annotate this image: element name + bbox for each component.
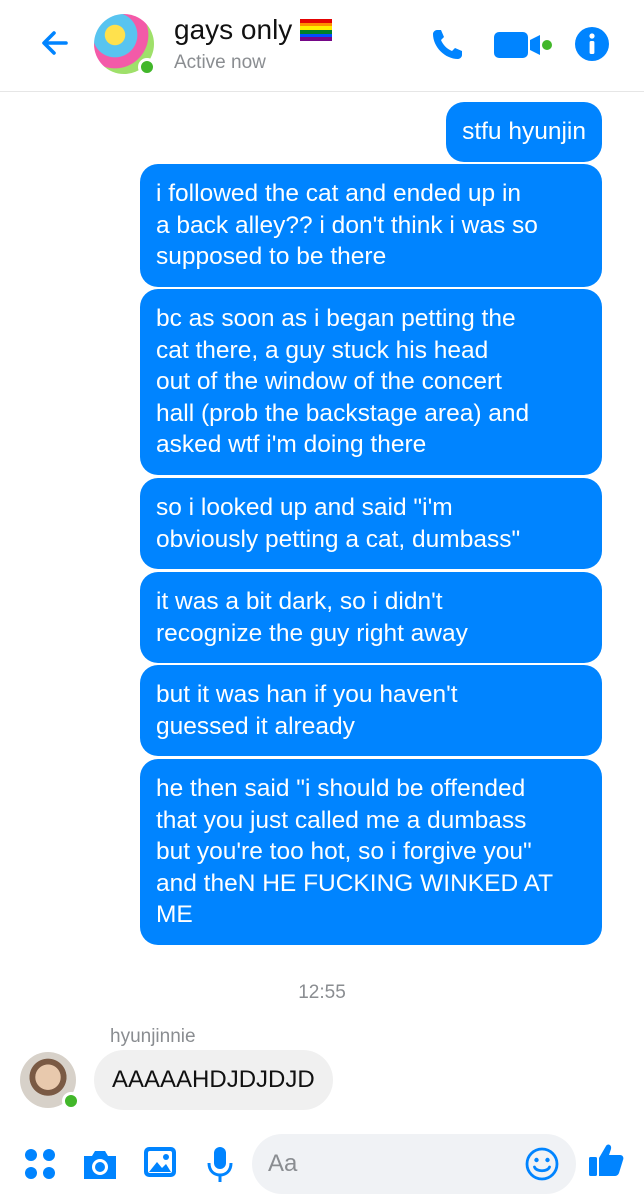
camera-icon	[84, 1151, 116, 1179]
voice-clip-button[interactable]	[200, 1144, 240, 1184]
online-indicator	[138, 58, 156, 76]
conversation-title-text: gays only	[174, 14, 293, 45]
sender-avatar[interactable]	[20, 1052, 80, 1110]
sender-name: hyunjinnie	[110, 1026, 196, 1047]
back-button[interactable]	[36, 24, 74, 62]
conversation-header: gays only Active now	[0, 0, 644, 92]
like-button[interactable]	[586, 1140, 626, 1180]
emoji-button[interactable]	[524, 1146, 560, 1182]
message-list[interactable]: stfu hyunjin i followed the cat and ende…	[0, 92, 644, 1120]
video-camera-icon	[494, 32, 552, 58]
message-timestamp: 12:55	[298, 982, 346, 1003]
outgoing-message[interactable]: bc as soon as i began petting the cat th…	[140, 289, 602, 475]
outgoing-message[interactable]: so i looked up and said "i'm obviously p…	[140, 478, 602, 569]
message-input-placeholder: Aa	[268, 1150, 298, 1177]
group-avatar[interactable]	[94, 14, 156, 76]
phone-icon	[433, 30, 462, 59]
voice-call-button[interactable]	[428, 24, 468, 64]
apps-icon	[25, 1149, 55, 1179]
outgoing-message[interactable]: but it was han if you haven't guessed it…	[140, 665, 602, 756]
microphone-icon	[207, 1147, 233, 1182]
camera-button[interactable]	[80, 1144, 120, 1184]
rainbow-flag-icon	[300, 19, 333, 42]
conversation-info-button[interactable]	[572, 24, 612, 64]
gallery-button[interactable]	[140, 1142, 180, 1182]
outgoing-message[interactable]: it was a bit dark, so i didn't recognize…	[140, 572, 602, 663]
incoming-message[interactable]: AAAAAHDJDJDJD	[94, 1050, 333, 1110]
outgoing-message[interactable]: i followed the cat and ended up in a bac…	[140, 164, 602, 287]
thumbs-up-icon	[589, 1144, 624, 1176]
video-call-button[interactable]	[492, 24, 556, 64]
outgoing-message[interactable]: stfu hyunjin	[446, 102, 602, 162]
conversation-title[interactable]: gays only	[174, 14, 333, 46]
outgoing-message[interactable]: he then said "i should be offended that …	[140, 759, 602, 945]
back-arrow-icon	[42, 31, 68, 55]
active-status: Active now	[174, 52, 266, 73]
message-composer: Aa	[0, 1126, 644, 1200]
image-icon	[144, 1147, 176, 1177]
info-icon	[575, 27, 609, 61]
message-input[interactable]: Aa	[252, 1134, 576, 1194]
apps-button[interactable]	[20, 1144, 60, 1184]
online-indicator	[62, 1092, 80, 1110]
emoji-icon	[525, 1147, 559, 1181]
